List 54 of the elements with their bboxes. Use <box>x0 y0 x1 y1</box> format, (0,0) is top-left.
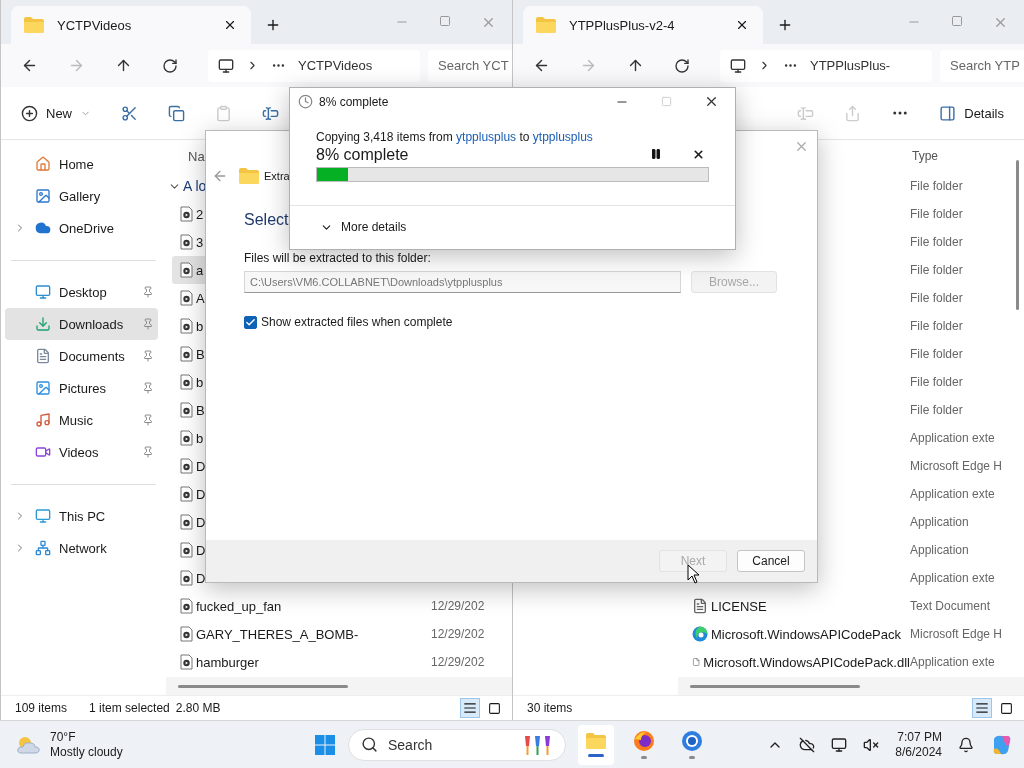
file-type: File folder <box>910 375 963 389</box>
field-label: Files will be extracted to this folder: <box>244 251 432 265</box>
file-type: Application exte <box>910 431 995 445</box>
file-name: b <box>196 318 204 334</box>
file-name: D <box>196 458 206 474</box>
file-type: Application exte <box>910 487 995 501</box>
file-type: File folder <box>910 319 963 333</box>
file-name: b <box>196 430 204 446</box>
file-type: File folder <box>910 207 963 221</box>
wizard-header: Extra <box>264 170 290 182</box>
file-type: Application exte <box>910 571 995 585</box>
file-name: D <box>196 514 206 530</box>
file-type: Application exte <box>910 655 995 669</box>
address-text: YTPPlusPlus- <box>810 58 891 73</box>
file-name: Microsoft.WindowsAPICodePack.dll <box>703 654 910 670</box>
file-name: LICENSE <box>711 598 767 614</box>
status-text: 2.80 MB <box>175 701 221 715</box>
file-type: Microsoft Edge H <box>910 627 1003 641</box>
file-name: hamburger <box>196 654 259 670</box>
checkbox-label: Show extracted files when complete <box>261 315 453 329</box>
file-name: 2 <box>196 206 204 222</box>
weather-text: Mostly cloudy <box>50 744 123 760</box>
file-name: B <box>196 346 205 362</box>
wizard-title: Select <box>244 211 289 230</box>
copy-status-text: Copying 3,418 items from ytpplusplus to ytpplusplus <box>316 129 594 144</box>
file-name: fucked_up_fan <box>196 598 282 614</box>
progress-status: 8% complete <box>316 145 409 164</box>
file-name: GARY_THERES_A_BOMB- <box>196 626 359 642</box>
file-name: D <box>196 570 206 586</box>
file-name: A <box>196 290 205 306</box>
file-name: D <box>196 486 206 502</box>
file-type: File folder <box>910 347 963 361</box>
file-name: b <box>196 374 204 390</box>
address-text: YCTPVideos <box>298 58 373 73</box>
status-text: 1 item selected <box>89 701 170 715</box>
file-name: Microsoft.WindowsAPICodePack <box>711 626 901 642</box>
file-date: 12/29/202 <box>431 627 485 641</box>
file-name: B <box>196 402 205 418</box>
file-type: File folder <box>910 179 963 193</box>
file-name: a <box>196 262 204 278</box>
file-type: File folder <box>910 403 963 417</box>
status-text: 30 items <box>527 701 573 715</box>
file-name: D <box>196 542 206 558</box>
file-type: Text Document <box>910 599 991 613</box>
temperature-text: 70°F <box>50 729 76 745</box>
file-type: Application <box>910 515 969 529</box>
file-date: 12/29/202 <box>431 655 485 669</box>
dialog-title: 8% complete <box>319 94 389 109</box>
file-date: 12/29/202 <box>431 599 485 613</box>
status-text: 109 items <box>15 701 68 715</box>
file-type: File folder <box>910 235 963 249</box>
file-name: 3 <box>196 234 204 250</box>
file-type: Microsoft Edge H <box>910 459 1003 473</box>
file-type: File folder <box>910 291 963 305</box>
